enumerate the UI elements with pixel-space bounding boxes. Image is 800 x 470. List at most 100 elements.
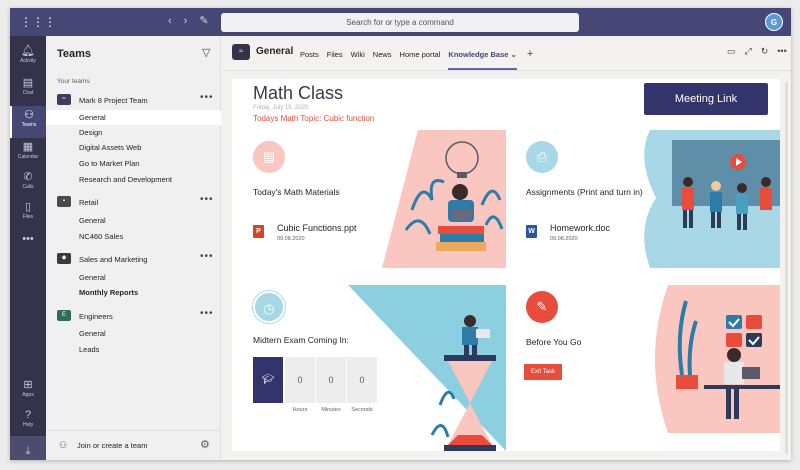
rail-calls[interactable]: ✆ Calls bbox=[10, 168, 46, 200]
assignments-title: Assignments (Print and turn in) bbox=[526, 187, 643, 197]
file-name: Homework.doc bbox=[550, 223, 611, 233]
materials-title: Today's Math Materials bbox=[253, 187, 340, 197]
page-date: Friday, July 15, 2020 bbox=[253, 105, 309, 111]
team-engineers[interactable]: E Engineers ••• bbox=[46, 307, 221, 325]
rail-files[interactable]: ▯ Files bbox=[10, 198, 46, 230]
channel-item[interactable]: NC460 Sales bbox=[46, 229, 221, 244]
countdown-minutes: 0 bbox=[316, 357, 346, 403]
reading-student-illustration bbox=[382, 130, 506, 268]
conversation-icon[interactable]: ▭ bbox=[727, 46, 736, 56]
team-retail[interactable]: ▪ Retail ••• bbox=[46, 193, 221, 211]
meeting-link-button[interactable]: Meeting Link bbox=[644, 83, 768, 115]
knowledge-base-page: Math Class Friday, July 15, 2020 Todays … bbox=[232, 79, 780, 451]
countdown-seconds: 0 bbox=[347, 357, 377, 403]
countdown-hours: 0 bbox=[285, 357, 315, 403]
channel-item[interactable]: Go to Market Plan bbox=[46, 156, 221, 171]
title-bar: ⋮⋮⋮ ‹ › ✎ Search for or type a command G bbox=[10, 8, 791, 36]
pencil-icon: ✎ bbox=[526, 291, 558, 323]
assignments-file-link[interactable]: W Homework.doc 09.08.2020 bbox=[526, 223, 636, 245]
tab-news[interactable]: News bbox=[373, 50, 392, 68]
channel-item[interactable]: General bbox=[46, 213, 221, 228]
more-icon[interactable]: ••• bbox=[777, 46, 786, 56]
team-sales-marketing[interactable]: ◆ Sales and Marketing ••• bbox=[46, 250, 221, 268]
teams-panel: Teams ▽ Your teams ≈ Mark 8 Project Team… bbox=[46, 36, 221, 460]
forward-icon[interactable]: › bbox=[184, 15, 188, 27]
channel-logo-icon: ≈ bbox=[232, 44, 250, 60]
avatar[interactable]: G bbox=[765, 13, 783, 31]
rail-label: Files bbox=[22, 214, 34, 220]
gear-icon[interactable]: ⚙ bbox=[200, 438, 210, 451]
channel-item[interactable]: Design bbox=[46, 125, 221, 140]
exit-task-button[interactable]: Exit Task bbox=[524, 364, 562, 380]
team-logo-icon: E bbox=[57, 310, 71, 321]
rail-activity[interactable]: 🔔︎ Activity bbox=[10, 42, 46, 74]
channel-item[interactable]: Monthly Reports bbox=[46, 285, 221, 300]
rail-chat[interactable]: ▤ Chat bbox=[10, 74, 46, 106]
expand-icon[interactable]: ⤢ bbox=[745, 46, 752, 56]
refresh-icon[interactable]: ↻ bbox=[761, 46, 769, 56]
rail-label: Chat bbox=[22, 90, 34, 96]
more-options-icon[interactable]: ••• bbox=[200, 251, 214, 262]
page-title: Math Class bbox=[253, 83, 344, 103]
channel-name: General bbox=[256, 46, 294, 57]
scrollbar[interactable] bbox=[785, 82, 788, 454]
join-team-label: Join or create a team bbox=[77, 441, 148, 450]
checklist-illustration bbox=[655, 285, 780, 433]
file-icon: ▯ bbox=[24, 201, 32, 213]
filter-icon[interactable]: ▽ bbox=[202, 46, 210, 59]
rail-label: Calendar bbox=[17, 154, 39, 160]
rail-calendar[interactable]: ▦ Calendar bbox=[10, 138, 46, 170]
back-icon[interactable]: ‹ bbox=[168, 15, 172, 27]
printer-icon: ⎙ bbox=[526, 141, 558, 173]
page-topic: Todays Math Topic: Cubic function bbox=[253, 114, 375, 123]
channel-item[interactable]: General bbox=[46, 110, 221, 125]
file-date: 09.08.2020 bbox=[277, 236, 305, 242]
nav-arrows: ‹ › ✎ bbox=[168, 14, 221, 27]
search-input[interactable]: Search for or type a command bbox=[221, 13, 579, 32]
channel-item[interactable]: Leads bbox=[46, 342, 221, 357]
header-actions: ▭ ⤢ ↻ ••• bbox=[727, 46, 791, 57]
team-mark8[interactable]: ≈ Mark 8 Project Team ••• bbox=[46, 91, 221, 109]
more-options-icon[interactable]: ••• bbox=[200, 194, 214, 205]
more-options-icon[interactable]: ••• bbox=[200, 308, 214, 319]
channel-item[interactable]: Research and Development bbox=[46, 172, 221, 187]
before-you-go-title: Before You Go bbox=[526, 337, 582, 347]
rail-more[interactable]: ••• bbox=[10, 230, 46, 262]
channel-item[interactable]: General bbox=[46, 270, 221, 285]
download-icon: ⤓ bbox=[25, 445, 31, 457]
channel-item[interactable]: Digital Assets Web bbox=[46, 140, 221, 155]
materials-file-link[interactable]: P Cubic Functions.ppt 09.08.2020 bbox=[253, 223, 393, 245]
file-name: Cubic Functions.ppt bbox=[277, 223, 357, 233]
join-create-team[interactable]: ⚇ Join or create a team ⚙ bbox=[46, 430, 221, 460]
join-team-icon: ⚇ bbox=[59, 440, 68, 450]
team-name: Engineers bbox=[79, 312, 113, 321]
add-tab-icon[interactable]: + bbox=[527, 48, 533, 60]
channel-item[interactable]: General bbox=[46, 326, 221, 341]
countdown-label: Minutes bbox=[321, 407, 341, 413]
rail-help[interactable]: ? Help bbox=[10, 406, 46, 438]
app-launcher-icon[interactable]: ⋮⋮⋮ bbox=[20, 15, 56, 29]
rail-download[interactable]: ⤓ bbox=[10, 436, 46, 460]
tab-knowledge-base[interactable]: Knowledge Base ⌄ bbox=[448, 50, 517, 70]
tab-home-portal[interactable]: Home portal bbox=[400, 50, 441, 68]
compose-icon[interactable]: ✎ bbox=[199, 15, 208, 27]
tab-files[interactable]: Files bbox=[327, 50, 343, 68]
more-options-icon[interactable]: ••• bbox=[200, 92, 214, 103]
tab-posts[interactable]: Posts bbox=[300, 50, 319, 68]
team-logo-icon: ≈ bbox=[57, 94, 71, 105]
clock-icon: ◷ bbox=[253, 291, 285, 323]
app-rail: 🔔︎ Activity ▤ Chat ⚇ Teams ▦ Calendar ✆ Calls… bbox=[10, 36, 46, 460]
rail-teams[interactable]: ⚇ Teams bbox=[10, 106, 46, 138]
rail-label: Teams bbox=[21, 122, 37, 128]
team-logo-icon: ▪ bbox=[57, 196, 71, 207]
file-date: 09.08.2020 bbox=[550, 236, 578, 242]
countdown-label: Seconds bbox=[351, 407, 373, 413]
presentation-illustration bbox=[644, 130, 780, 268]
teams-window: ⋮⋮⋮ ‹ › ✎ Search for or type a command G 🔔… bbox=[10, 8, 791, 460]
word-icon: W bbox=[526, 225, 537, 238]
tab-wiki[interactable]: Wiki bbox=[351, 50, 365, 68]
exam-title: Midtern Exam Coming In: bbox=[253, 335, 349, 345]
rail-apps[interactable]: ⊞ Apps bbox=[10, 376, 46, 408]
team-name: Mark 8 Project Team bbox=[79, 96, 148, 105]
chevron-down-icon: ⌄ bbox=[510, 50, 517, 59]
